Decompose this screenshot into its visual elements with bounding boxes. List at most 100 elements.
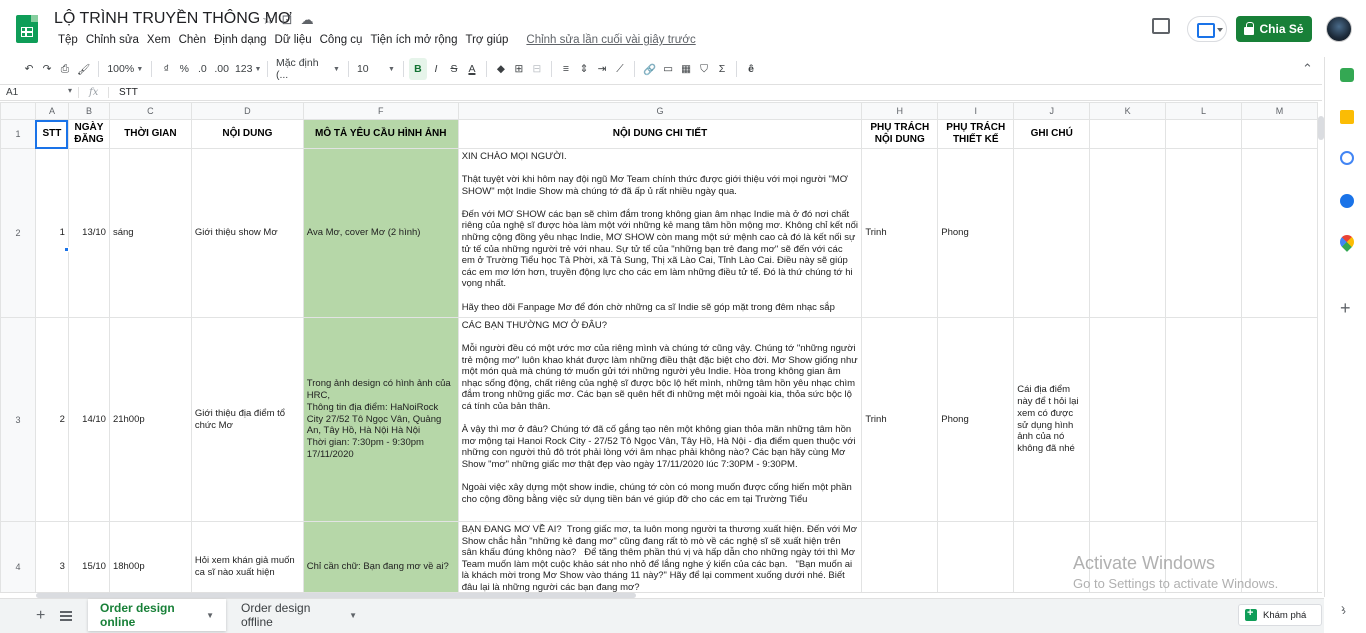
selection-fill-handle[interactable] [64,247,69,252]
increase-decimal-button[interactable]: .00 [211,58,232,80]
cell-f4[interactable]: Chỉ cần chữ: Bạn đang mơ về ai? [302,521,459,592]
cell-b1[interactable]: NGÀY ĐĂNG [67,119,110,149]
cell-k1[interactable] [1089,119,1167,149]
cell-g3[interactable]: CÁC BẠN THƯỜNG MƠ Ở ĐÂU? Mỗi người đều c… [457,317,863,522]
column-header-m[interactable]: M [1241,102,1318,120]
more-formats-select[interactable]: 123 ▼ [232,58,262,80]
cell-i4[interactable] [937,521,1015,592]
column-header-l[interactable]: L [1165,102,1243,120]
row-header[interactable]: 4 [0,521,36,592]
keep-icon[interactable] [1340,110,1354,124]
chevron-down-icon[interactable]: ▼ [349,611,357,620]
cell-i3[interactable]: Phong [937,317,1015,522]
collapse-menus-icon[interactable]: ⌃ [1302,61,1313,77]
formula-input[interactable]: STT [108,87,138,98]
column-header-j[interactable]: J [1013,102,1091,120]
menu-file[interactable]: Tệp [54,34,82,46]
cell-k3[interactable] [1089,317,1167,522]
cell-g2[interactable]: XIN CHÀO MỌI NGƯỜI. Thật tuyệt vời khi h… [457,148,863,318]
fill-color-icon[interactable]: ◆ [492,58,510,80]
cell-h4[interactable] [861,521,939,592]
decrease-decimal-button[interactable]: .0 [193,58,211,80]
cell-b4[interactable]: 15/10 [67,521,110,592]
font-family-select[interactable]: Mặc định (... ▼ [273,57,343,81]
chevron-down-icon[interactable]: ▼ [206,611,214,620]
cell-c4[interactable]: 18h00p [108,521,192,592]
cell-j1[interactable]: GHI CHÚ [1013,119,1091,149]
avatar[interactable] [1326,16,1352,42]
cell-c2[interactable]: sáng [108,148,192,318]
bold-button[interactable]: B [408,58,427,80]
cell-m3[interactable] [1241,317,1318,522]
insert-comment-icon[interactable]: ▭ [659,58,677,80]
insert-link-icon[interactable]: 🔗 [640,58,659,80]
column-header-b[interactable]: B [67,102,110,120]
input-tools-button[interactable]: ê [742,58,760,80]
filter-icon[interactable]: ⛉ [695,58,713,80]
cell-b3[interactable]: 14/10 [67,317,110,522]
cell-i1[interactable]: PHỤ TRÁCH THIẾT KẾ [937,119,1015,149]
cell-f2[interactable]: Ava Mơ, cover Mơ (2 hình) [302,148,459,318]
text-color-button[interactable]: A [463,58,481,80]
tab-order-design-offline[interactable]: Order design offline ▼ [229,599,369,631]
redo-icon[interactable]: ↷ [38,58,56,80]
menu-format[interactable]: Định dạng [210,34,270,46]
comment-history-icon[interactable] [1152,18,1170,34]
cell-f3[interactable]: Trong ảnh design có hình ảnh của HRC, Th… [302,317,459,522]
paint-format-icon[interactable]: 🖌 [74,58,93,80]
sheets-logo-icon[interactable] [16,15,38,43]
cell-h2[interactable]: Trinh [861,148,939,318]
cell-a2[interactable]: 1 [34,148,69,318]
cell-a4[interactable]: 3 [34,521,69,592]
insert-chart-icon[interactable]: ▦ [677,58,695,80]
add-sheet-icon[interactable]: + [36,607,45,625]
tab-order-design-online[interactable]: Order design online ▼ [88,599,226,631]
star-icon[interactable]: ☆ [262,12,274,28]
cell-k4[interactable] [1089,521,1167,592]
horizontal-align-icon[interactable]: ≡ [557,58,575,80]
menu-insert[interactable]: Chèn [175,34,211,46]
cell-b2[interactable]: 13/10 [67,148,110,318]
cell-d2[interactable]: Giới thiệu show Mơ [190,148,304,318]
sheets-addon-icon[interactable] [1340,68,1354,82]
cloud-status-icon[interactable]: ☁ [301,12,314,28]
cell-c3[interactable]: 21h00p [108,317,192,522]
column-header-h[interactable]: H [861,102,939,120]
functions-icon[interactable]: Σ [713,58,731,80]
move-folder-icon[interactable]: ⊡ [282,12,293,28]
column-header-a[interactable]: A [34,102,69,120]
contacts-icon[interactable] [1340,194,1354,208]
explore-button[interactable]: Khám phá [1238,604,1322,626]
cell-j3[interactable]: Cái địa điểm này để t hỏi lại xem có đượ… [1013,317,1091,522]
cell-c1[interactable]: THỜI GIAN [108,119,192,149]
column-header-d[interactable]: D [190,102,304,120]
column-header-c[interactable]: C [108,102,192,120]
cell-m4[interactable] [1241,521,1318,592]
cell-a3[interactable]: 2 [34,317,69,522]
cell-i2[interactable]: Phong [937,148,1015,318]
cell-g4[interactable]: BẠN ĐANG MƠ VỀ AI? Trong giấc mơ, ta luô… [457,521,863,592]
cell-m1[interactable] [1241,119,1318,149]
merge-cells-icon[interactable]: ⊟ [528,58,546,80]
cell-j4[interactable] [1013,521,1091,592]
vertical-align-icon[interactable]: ⇕ [575,58,593,80]
row-header[interactable]: 2 [0,148,36,318]
column-header-i[interactable]: I [937,102,1015,120]
present-button[interactable] [1187,16,1227,42]
text-rotation-icon[interactable]: ⟋ [611,58,629,80]
column-header-g[interactable]: G [457,102,863,120]
cell-l2[interactable] [1165,148,1243,318]
text-wrap-icon[interactable]: ⇥ [593,58,611,80]
cell-l3[interactable] [1165,317,1243,522]
undo-icon[interactable]: ↶ [20,58,38,80]
cell-g1[interactable]: NỘI DUNG CHI TIẾT [457,119,863,149]
italic-button[interactable]: I [427,58,445,80]
percent-format-button[interactable]: % [175,58,193,80]
chevron-right-icon[interactable]: › [1342,604,1346,618]
cell-l4[interactable] [1165,521,1243,592]
cell-h1[interactable]: PHỤ TRÁCH NỘI DUNG [861,119,939,149]
menu-help[interactable]: Trợ giúp [461,34,512,46]
cell-a1[interactable]: STT [34,119,69,149]
menu-view[interactable]: Xem [143,34,175,46]
cell-j2[interactable] [1013,148,1091,318]
